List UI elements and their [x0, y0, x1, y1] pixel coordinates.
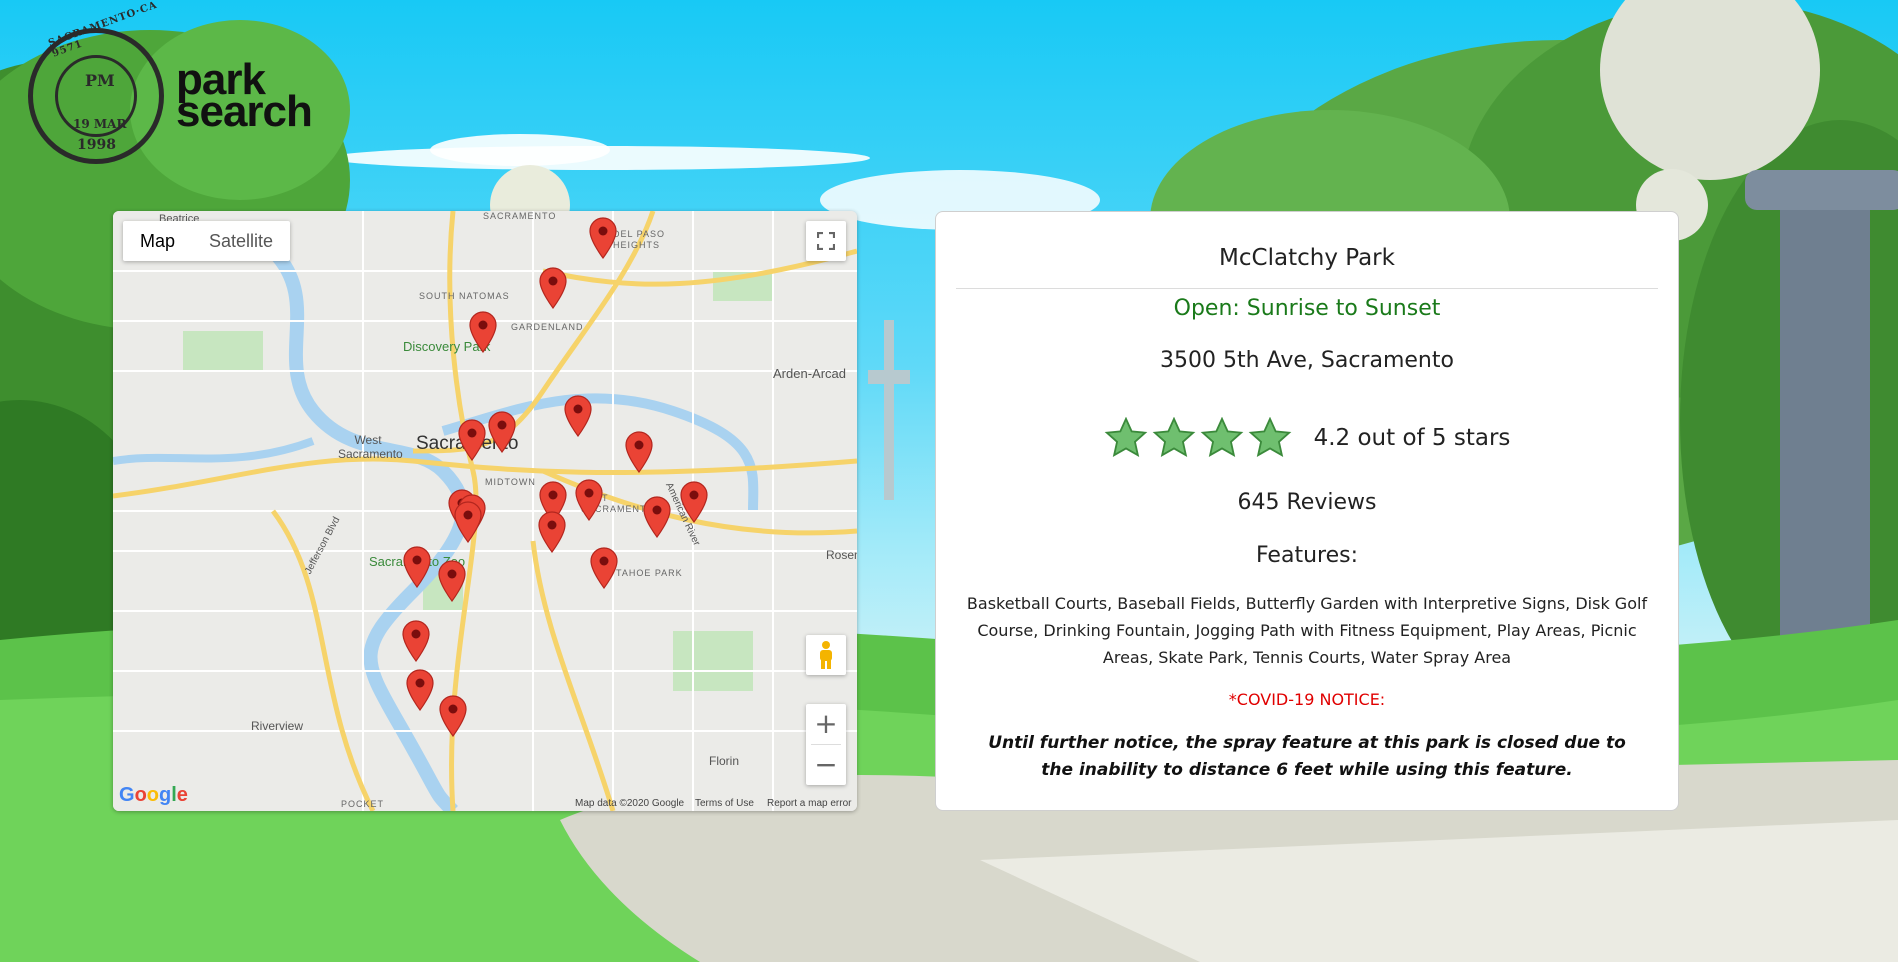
park-marker[interactable] [488, 411, 516, 453]
report-map-error-link[interactable]: Report a map error [767, 798, 851, 809]
map-label-del-paso-heights: DEL PASO HEIGHTS [613, 229, 666, 250]
map-pin-icon [454, 501, 482, 543]
map-panel[interactable]: Sacramento West Sacramento Discovery Par… [113, 211, 857, 811]
park-hours: Open: Sunrise to Sunset [1173, 296, 1441, 321]
map-data-attribution: Map data ©2020 Google [575, 798, 685, 809]
park-marker[interactable] [438, 560, 466, 602]
map-label-west-sacramento: West Sacramento [338, 433, 403, 461]
google-logo[interactable]: Google [119, 784, 188, 807]
map-pin-icon [402, 620, 430, 662]
star-icon [1248, 417, 1291, 457]
map-label-rosemont: Rosem [826, 548, 857, 562]
park-marker[interactable] [575, 479, 603, 521]
park-marker[interactable] [402, 620, 430, 662]
park-marker[interactable] [454, 501, 482, 543]
fullscreen-icon [817, 232, 835, 250]
park-search-logo[interactable]: PM 19 MAR 1998 SACRAMENTO·CA 9571 park s… [28, 0, 358, 168]
map-pin-icon [643, 496, 671, 538]
map-type-satellite-button[interactable]: Satellite [192, 221, 290, 261]
map-type-control: Map Satellite [123, 221, 291, 261]
map-label-florin: Florin [709, 754, 740, 768]
map-pin-icon [403, 546, 431, 588]
map-pin-icon [680, 481, 708, 523]
park-marker[interactable] [458, 419, 486, 461]
map-label-arden-arcade: Arden-Arcad [773, 366, 846, 381]
zoom-control: + − [806, 704, 846, 785]
zoom-out-button[interactable]: − [806, 745, 846, 785]
stamp-pm-text: PM [85, 71, 115, 90]
map-pin-icon [625, 431, 653, 473]
map-label-south-natomas: SOUTH NATOMAS [419, 291, 510, 301]
map-pin-icon [439, 695, 467, 737]
park-marker[interactable] [589, 217, 617, 259]
park-marker[interactable] [564, 395, 592, 437]
park-marker[interactable] [538, 511, 566, 553]
zoom-in-button[interactable]: + [806, 704, 846, 744]
park-marker[interactable] [469, 311, 497, 353]
terms-of-use-link[interactable]: Terms of Use [695, 798, 754, 809]
map-pin-icon [590, 547, 618, 589]
park-marker[interactable] [625, 431, 653, 473]
map-type-map-button[interactable]: Map [123, 221, 192, 261]
brand-line-2: search [176, 87, 313, 136]
postmark-stamp: PM 19 MAR 1998 SACRAMENTO·CA 9571 [28, 0, 164, 164]
park-marker[interactable] [643, 496, 671, 538]
map-label-midtown: MIDTOWN [485, 477, 536, 487]
covid-notice-message: Until further notice, the spray feature … [988, 733, 1626, 780]
pegman-icon [820, 641, 832, 669]
star-icon [1152, 417, 1195, 457]
stamp-year-text: 1998 [77, 137, 116, 153]
covid-notice-label: *COVID-19 NOTICE: [1228, 690, 1386, 709]
map-pin-icon [458, 419, 486, 461]
park-rating: 4.2 out of 5 stars [936, 417, 1678, 459]
park-marker[interactable] [403, 546, 431, 588]
map-pin-icon [488, 411, 516, 453]
brand-wordmark: park search [176, 58, 313, 136]
star-icon [1104, 417, 1147, 457]
map-label-riverview: Riverview [251, 719, 304, 733]
park-marker[interactable] [539, 267, 567, 309]
park-marker[interactable] [590, 547, 618, 589]
map-pin-icon [564, 395, 592, 437]
features-heading: Features: [1255, 543, 1358, 568]
map-label-gardenland: GARDENLAND [511, 322, 584, 332]
stamp-date-text: 19 MAR [73, 117, 127, 131]
map-pin-icon [589, 217, 617, 259]
map-label-tahoe-park: TAHOE PARK [616, 568, 683, 578]
fullscreen-button[interactable] [806, 221, 846, 261]
street-view-button[interactable] [806, 635, 846, 675]
map-pin-icon [406, 669, 434, 711]
park-info-card: McClatchy Park Open: Sunrise to Sunset 3… [935, 211, 1679, 811]
park-name: McClatchy Park [956, 232, 1658, 289]
park-address: 3500 5th Ave, Sacramento [1160, 348, 1454, 373]
map-label-sacramento-north: SACRAMENTO [483, 211, 557, 221]
rating-stars [1104, 417, 1292, 459]
star-icon [1200, 417, 1243, 457]
map-pin-icon [438, 560, 466, 602]
map-pin-icon [575, 479, 603, 521]
park-marker[interactable] [439, 695, 467, 737]
park-marker[interactable] [406, 669, 434, 711]
review-count: 645 Reviews [1237, 490, 1377, 515]
park-marker[interactable] [680, 481, 708, 523]
map-pin-icon [469, 311, 497, 353]
map-pin-icon [539, 267, 567, 309]
rating-text: 4.2 out of 5 stars [1313, 425, 1511, 451]
map-label-pocket: POCKET [341, 799, 385, 809]
features-list: Basketball Courts, Baseball Fields, Butt… [966, 594, 1648, 667]
map-pin-icon [538, 511, 566, 553]
